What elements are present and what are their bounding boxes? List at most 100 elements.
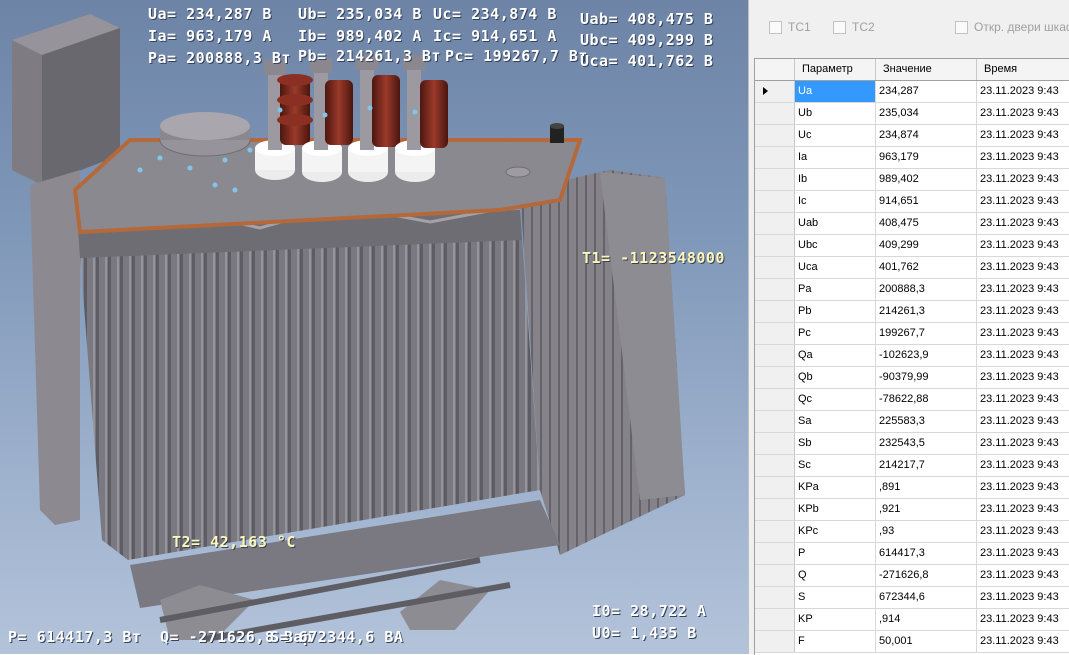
table-row[interactable]: Ia 963,179 23.11.2023 9:43 <box>755 147 1069 169</box>
cell-param[interactable]: Ua <box>795 81 876 102</box>
row-selector[interactable] <box>755 279 795 300</box>
table-row[interactable]: Pc 199267,7 23.11.2023 9:43 <box>755 323 1069 345</box>
row-selector[interactable] <box>755 125 795 146</box>
table-row[interactable]: KP ,914 23.11.2023 9:43 <box>755 609 1069 631</box>
cell-param[interactable]: Uc <box>795 125 876 146</box>
table-row[interactable]: Ib 989,402 23.11.2023 9:43 <box>755 169 1069 191</box>
cell-value[interactable]: 225583,3 <box>876 411 977 432</box>
cell-time[interactable]: 23.11.2023 9:43 <box>977 279 1069 300</box>
cell-param[interactable]: Uca <box>795 257 876 278</box>
cell-param[interactable]: Pc <box>795 323 876 344</box>
row-selector[interactable] <box>755 455 795 476</box>
column-header-value[interactable]: Значение <box>876 59 977 80</box>
cell-time[interactable]: 23.11.2023 9:43 <box>977 521 1069 542</box>
row-selector[interactable] <box>755 389 795 410</box>
cell-value[interactable]: 200888,3 <box>876 279 977 300</box>
checkbox-tc1[interactable]: TC1 <box>769 19 811 35</box>
row-selector[interactable] <box>755 345 795 366</box>
column-header-param[interactable]: Параметр <box>795 59 876 80</box>
cell-value[interactable]: 408,475 <box>876 213 977 234</box>
row-selector[interactable] <box>755 433 795 454</box>
checkbox-box[interactable] <box>833 20 846 34</box>
cell-value[interactable]: 672344,6 <box>876 587 977 608</box>
row-selector[interactable] <box>755 565 795 586</box>
cell-time[interactable]: 23.11.2023 9:43 <box>977 389 1069 410</box>
table-row[interactable]: Qa -102623,9 23.11.2023 9:43 <box>755 345 1069 367</box>
cell-param[interactable]: S <box>795 587 876 608</box>
cell-time[interactable]: 23.11.2023 9:43 <box>977 411 1069 432</box>
table-row[interactable]: S 672344,6 23.11.2023 9:43 <box>755 587 1069 609</box>
cell-param[interactable]: Ia <box>795 147 876 168</box>
cell-time[interactable]: 23.11.2023 9:43 <box>977 631 1069 652</box>
cell-value[interactable]: 234,287 <box>876 81 977 102</box>
row-selector[interactable] <box>755 103 795 124</box>
cell-time[interactable]: 23.11.2023 9:43 <box>977 433 1069 454</box>
column-header-time[interactable]: Время <box>977 59 1069 80</box>
row-selector[interactable] <box>755 411 795 432</box>
cell-time[interactable]: 23.11.2023 9:43 <box>977 499 1069 520</box>
cell-param[interactable]: Ub <box>795 103 876 124</box>
cell-value[interactable]: 409,299 <box>876 235 977 256</box>
cell-value[interactable]: 401,762 <box>876 257 977 278</box>
cell-time[interactable]: 23.11.2023 9:43 <box>977 477 1069 498</box>
cell-param[interactable]: Sc <box>795 455 876 476</box>
row-selector[interactable] <box>755 257 795 278</box>
cell-time[interactable]: 23.11.2023 9:43 <box>977 257 1069 278</box>
table-row[interactable]: Sa 225583,3 23.11.2023 9:43 <box>755 411 1069 433</box>
row-selector[interactable] <box>755 323 795 344</box>
table-row[interactable]: Ua 234,287 23.11.2023 9:43 <box>755 81 1069 103</box>
cell-time[interactable]: 23.11.2023 9:43 <box>977 323 1069 344</box>
cell-time[interactable]: 23.11.2023 9:43 <box>977 367 1069 388</box>
cell-param[interactable]: KPb <box>795 499 876 520</box>
parameters-grid[interactable]: Параметр Значение Время Ua 234,287 23.11.2… <box>754 58 1069 655</box>
cell-value[interactable]: ,891 <box>876 477 977 498</box>
row-selector[interactable] <box>755 499 795 520</box>
table-row[interactable]: KPc ,93 23.11.2023 9:43 <box>755 521 1069 543</box>
cell-value[interactable]: 614417,3 <box>876 543 977 564</box>
cell-time[interactable]: 23.11.2023 9:43 <box>977 587 1069 608</box>
cell-value[interactable]: -90379,99 <box>876 367 977 388</box>
cell-time[interactable]: 23.11.2023 9:43 <box>977 345 1069 366</box>
cell-param[interactable]: Q <box>795 565 876 586</box>
cell-time[interactable]: 23.11.2023 9:43 <box>977 609 1069 630</box>
table-row[interactable]: Sb 232543,5 23.11.2023 9:43 <box>755 433 1069 455</box>
cell-value[interactable]: ,93 <box>876 521 977 542</box>
row-selector[interactable] <box>755 81 795 102</box>
row-selector[interactable] <box>755 213 795 234</box>
cell-value[interactable]: 234,874 <box>876 125 977 146</box>
cell-time[interactable]: 23.11.2023 9:43 <box>977 81 1069 102</box>
row-selector[interactable] <box>755 521 795 542</box>
table-row[interactable]: Qc -78622,88 23.11.2023 9:43 <box>755 389 1069 411</box>
cell-value[interactable]: -271626,8 <box>876 565 977 586</box>
cell-param[interactable]: KP <box>795 609 876 630</box>
cell-param[interactable]: F <box>795 631 876 652</box>
cell-value[interactable]: 199267,7 <box>876 323 977 344</box>
table-row[interactable]: Ubc 409,299 23.11.2023 9:43 <box>755 235 1069 257</box>
cell-value[interactable]: 989,402 <box>876 169 977 190</box>
cell-value[interactable]: 214261,3 <box>876 301 977 322</box>
table-row[interactable]: Sc 214217,7 23.11.2023 9:43 <box>755 455 1069 477</box>
cell-param[interactable]: Qb <box>795 367 876 388</box>
cell-param[interactable]: Ubc <box>795 235 876 256</box>
row-selector[interactable] <box>755 301 795 322</box>
table-row[interactable]: Uab 408,475 23.11.2023 9:43 <box>755 213 1069 235</box>
table-row[interactable]: Pb 214261,3 23.11.2023 9:43 <box>755 301 1069 323</box>
cell-param[interactable]: Ic <box>795 191 876 212</box>
row-selector[interactable] <box>755 367 795 388</box>
cell-value[interactable]: -102623,9 <box>876 345 977 366</box>
row-selector[interactable] <box>755 609 795 630</box>
cell-time[interactable]: 23.11.2023 9:43 <box>977 213 1069 234</box>
row-selector[interactable] <box>755 631 795 652</box>
cell-value[interactable]: 50,001 <box>876 631 977 652</box>
cell-time[interactable]: 23.11.2023 9:43 <box>977 125 1069 146</box>
checkbox-tc2[interactable]: TC2 <box>833 19 875 35</box>
checkbox-box[interactable] <box>955 20 968 34</box>
table-row[interactable]: Pa 200888,3 23.11.2023 9:43 <box>755 279 1069 301</box>
cell-param[interactable]: Qc <box>795 389 876 410</box>
table-row[interactable]: Qb -90379,99 23.11.2023 9:43 <box>755 367 1069 389</box>
cell-param[interactable]: Uab <box>795 213 876 234</box>
checkbox-cabinet-door[interactable]: Откр. двери шкафа <box>955 19 1069 35</box>
cell-value[interactable]: 214217,7 <box>876 455 977 476</box>
cell-value[interactable]: ,921 <box>876 499 977 520</box>
cell-time[interactable]: 23.11.2023 9:43 <box>977 191 1069 212</box>
